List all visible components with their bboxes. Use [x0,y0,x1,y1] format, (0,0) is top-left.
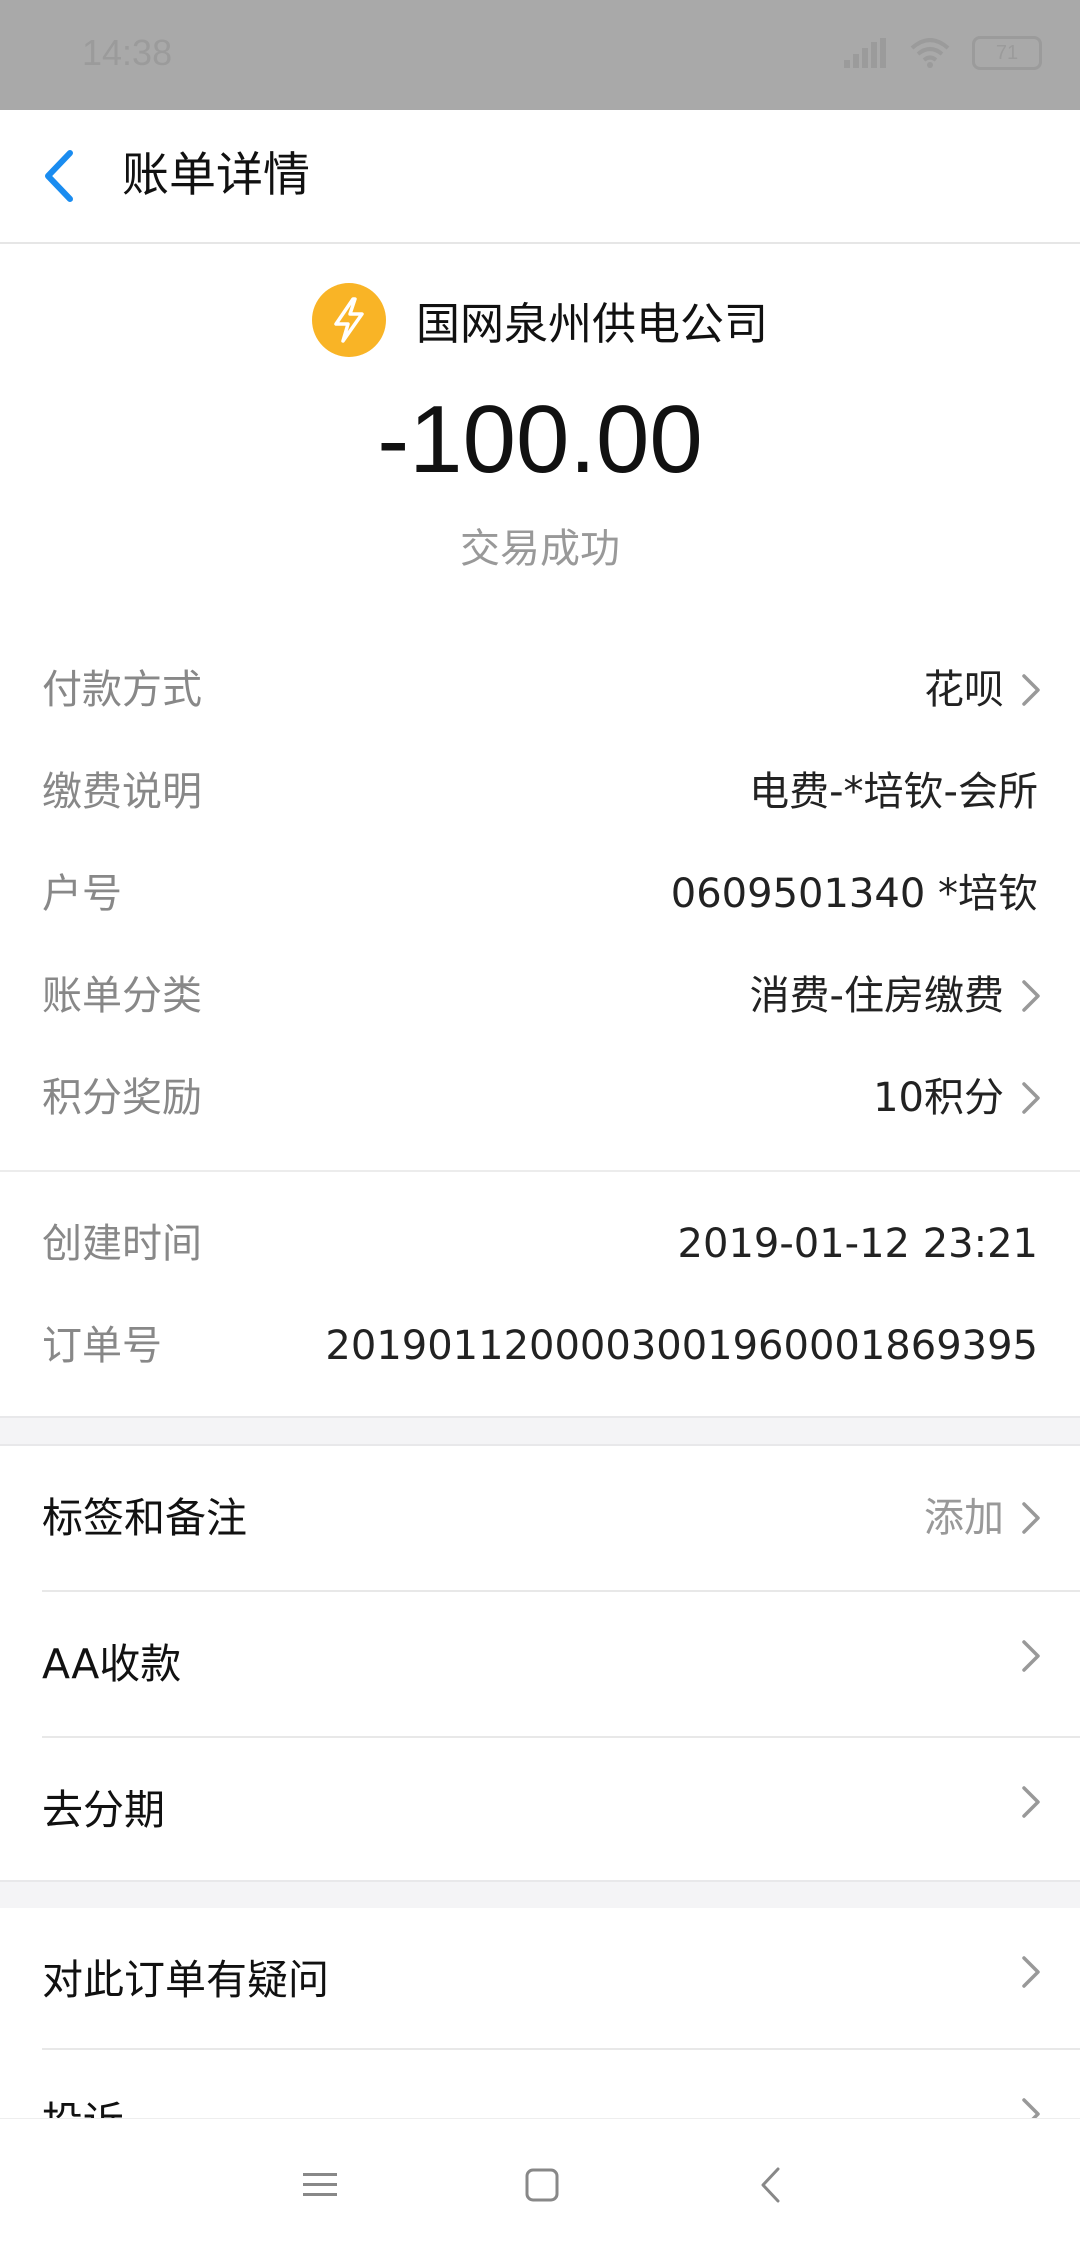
detail-value: 0609501340 *培钦 [670,871,1038,917]
menu-label: AA收款 [42,1640,182,1688]
back-arrow-icon [45,150,73,202]
detail-value: 10积分 [873,1074,1042,1122]
battery-level: 71 [995,41,1019,64]
battery-icon: 71 [972,36,1042,70]
menu-right: 添加 [924,1492,1042,1544]
back-button[interactable] [28,144,92,208]
detail-value: 消费-住房缴费 [750,972,1042,1020]
status-bar: 14:38 71 [0,0,1080,110]
order-question-row[interactable]: 对此订单有疑问 [0,1908,1080,2052]
chevron-right-icon [1022,674,1040,706]
status-icons: 71 [844,36,1042,70]
divider [0,1170,1080,1172]
detail-label: 订单号 [42,1323,162,1369]
detail-value: 2019-01-12 23:21 [677,1221,1038,1267]
detail-label: 创建时间 [42,1221,202,1267]
header: 账单详情 [0,110,1080,244]
menu-right [1004,1638,1042,1674]
transaction-status: 交易成功 [460,526,620,572]
tags-and-notes-row[interactable]: 标签和备注 添加 [0,1446,1080,1590]
chevron-right-icon [1022,1640,1040,1672]
bill-category-value: 消费-住房缴费 [749,973,1004,1019]
back-nav-button[interactable] [740,2155,800,2215]
home-square-icon [525,2168,559,2202]
menu-label: 对此订单有疑问 [42,1956,329,2004]
status-time: 14:38 [82,32,173,73]
menu-label: 去分期 [42,1786,165,1834]
menu-right [1004,1784,1042,1820]
merchant: 国网泉州供电公司 [0,278,1080,362]
detail-row-account-number: 户号 0609501340 *培钦 [0,844,1080,944]
aa-collection-row[interactable]: AA收款 [0,1592,1080,1736]
menu-icon [303,2173,337,2196]
detail-row-points-reward[interactable]: 积分奖励 10积分 [0,1048,1080,1148]
chevron-right-icon [1022,1502,1040,1534]
detail-row-bill-category[interactable]: 账单分类 消费-住房缴费 [0,946,1080,1046]
menu-label: 标签和备注 [42,1494,247,1542]
chevron-right-icon [1022,1786,1040,1818]
detail-row-payment-method[interactable]: 付款方式 花呗 [0,640,1080,740]
detail-row-created-time: 创建时间 2019-01-12 23:21 [0,1194,1080,1294]
merchant-name: 国网泉州供电公司 [416,299,768,350]
system-nav-bar [0,2118,1080,2249]
section-gap [0,1880,1080,1910]
back-triangle-icon [761,2167,780,2203]
detail-value: 2019011200003001960001869395 [325,1323,1038,1369]
home-nav-button[interactable] [512,2155,572,2215]
detail-label: 户号 [42,871,122,917]
installment-row[interactable]: 去分期 [0,1738,1080,1882]
payment-method-value: 花呗 [924,667,1004,713]
points-reward-value: 10积分 [873,1075,1004,1121]
amount: -100.00 [377,386,703,493]
detail-row-order-number: 订单号 2019011200003001960001869395 [0,1296,1080,1396]
merchant-logo [312,283,386,357]
detail-label: 积分奖励 [42,1075,202,1121]
detail-value: 花呗 [924,666,1042,714]
wifi-icon [910,38,950,68]
chevron-right-icon [1022,1082,1040,1114]
detail-value: 电费-*培钦-会所 [749,769,1038,815]
detail-row-payment-note: 缴费说明 电费-*培钦-会所 [0,742,1080,842]
chevron-right-icon [1022,980,1040,1012]
lightning-icon [334,297,364,343]
detail-label: 账单分类 [42,973,202,1019]
chevron-right-icon [1022,1956,1040,1988]
detail-label: 付款方式 [42,667,202,713]
page-title: 账单详情 [122,148,310,203]
add-label: 添加 [924,1495,1004,1541]
section-gap [0,1416,1080,1446]
menu-right [1004,1954,1042,1990]
signal-icon [844,38,886,68]
menu-nav-button[interactable] [290,2155,350,2215]
detail-label: 缴费说明 [42,769,202,815]
